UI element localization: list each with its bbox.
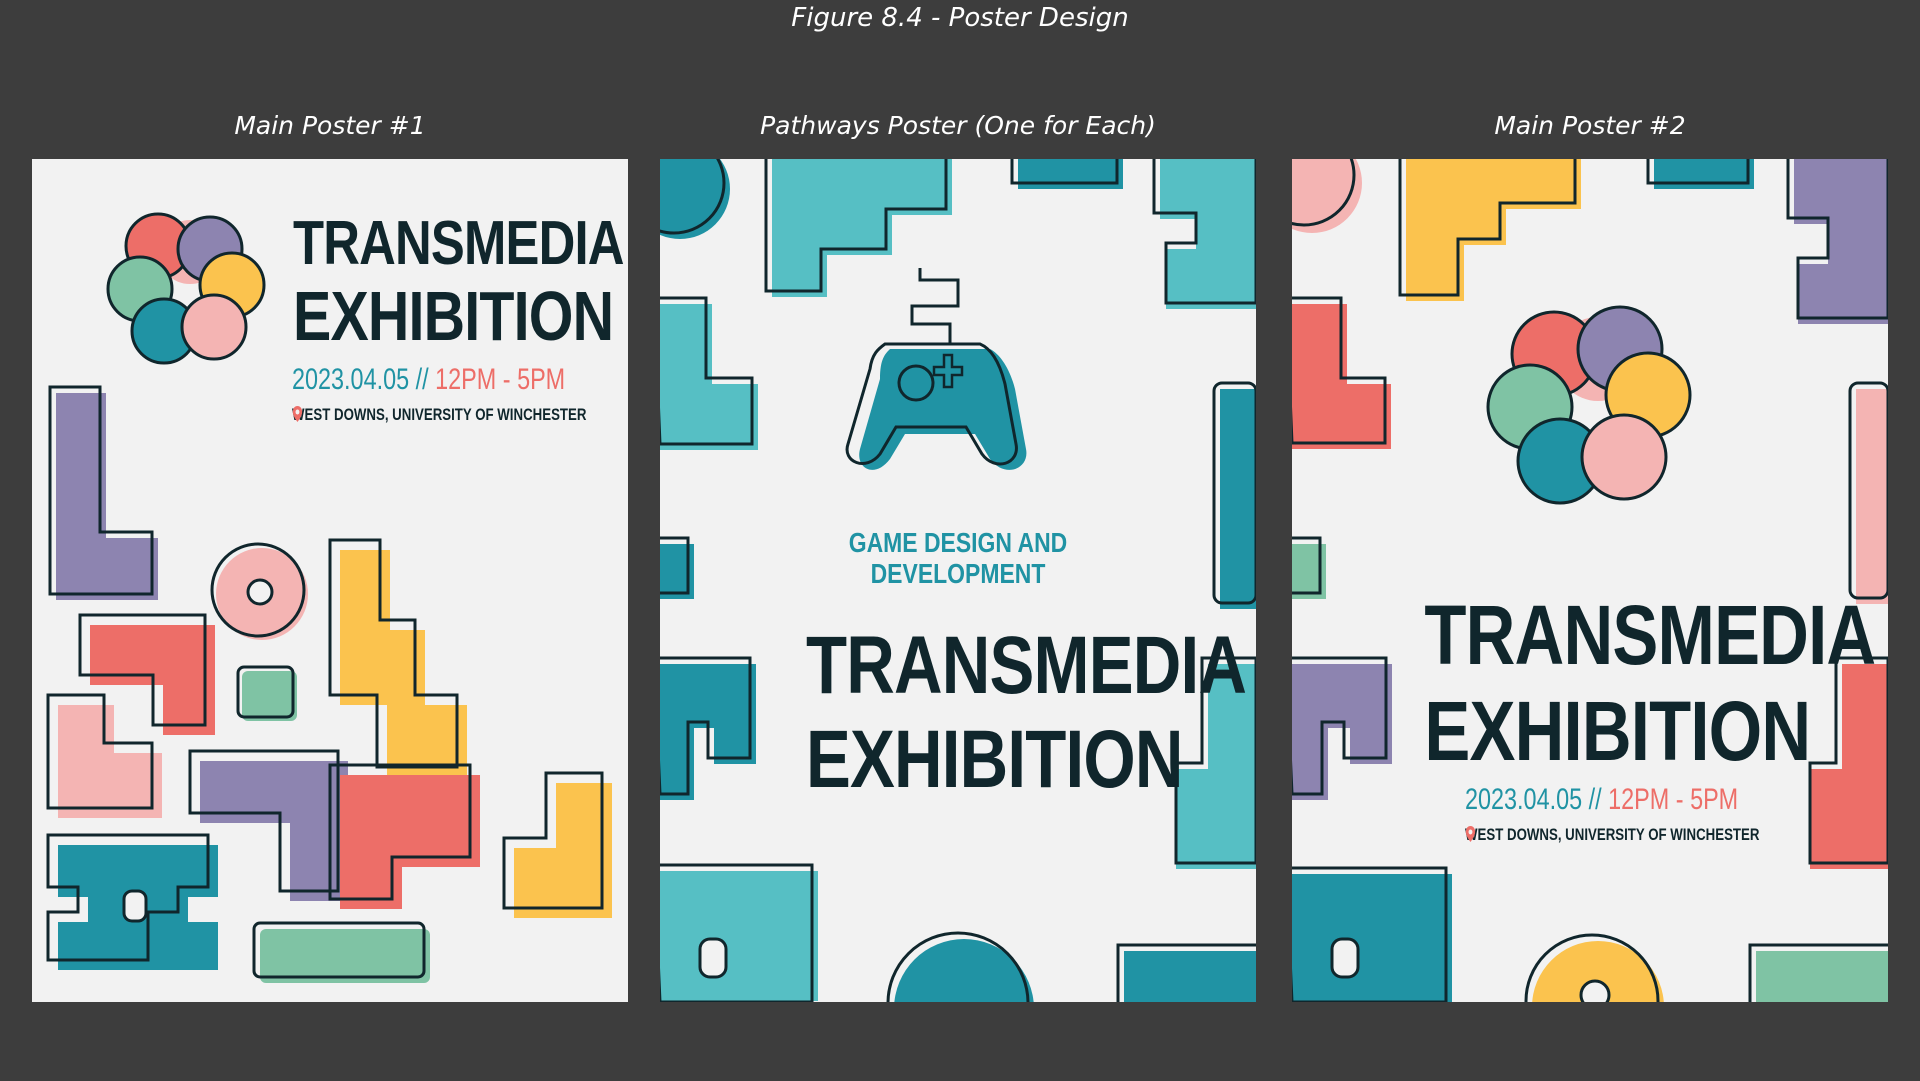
main-poster-1: TRANSMEDIA EXHIBITION 2023.04.05 // 12PM… (32, 159, 628, 1002)
poster3-date-line: 2023.04.05 // 12PM - 5PM (1465, 783, 1738, 817)
location-pin-icon (1465, 826, 1476, 842)
poster3-title-line1: TRANSMEDIA (1424, 588, 1876, 682)
poster1-date: 2023.04.05 (292, 363, 410, 396)
main-poster-2: TRANSMEDIA EXHIBITION 2023.04.05 // 12PM… (1292, 159, 1888, 1002)
flower-logo-icon (106, 212, 266, 365)
poster3-separator: // (1588, 783, 1602, 816)
pathway-title: GAME DESIGN AND DEVELOPMENT (714, 527, 1203, 589)
pathway-line1: GAME DESIGN AND (848, 527, 1068, 558)
poster1-venue-line: WEST DOWNS, UNIVERSITY OF WINCHESTER (292, 405, 586, 425)
pathways-poster: GAME DESIGN AND DEVELOPMENT TRANSMEDIA E… (660, 159, 1256, 1002)
poster1-separator: // (415, 363, 429, 396)
poster3-venue: WEST DOWNS, UNIVERSITY OF WINCHESTER (1465, 825, 1760, 844)
game-controller-icon (845, 268, 1027, 470)
poster1-label: Main Poster #1 (234, 111, 426, 140)
pathway-line2: DEVELOPMENT (870, 558, 1046, 589)
poster1-venue: WEST DOWNS, UNIVERSITY OF WINCHESTER (292, 405, 587, 424)
poster3-shapes (1292, 159, 1888, 1002)
poster2-title-line2: EXHIBITION (806, 714, 1183, 805)
poster1-date-line: 2023.04.05 // 12PM - 5PM (292, 363, 565, 397)
poster3-time: 12PM - 5PM (1608, 783, 1739, 816)
poster1-title-line2: EXHIBITION (292, 277, 614, 355)
poster3-label: Main Poster #2 (1494, 111, 1686, 140)
location-pin-icon (292, 406, 303, 422)
poster2-label: Pathways Poster (One for Each) (760, 111, 1156, 140)
poster1-time: 12PM - 5PM (435, 363, 566, 396)
poster3-venue-line: WEST DOWNS, UNIVERSITY OF WINCHESTER (1465, 825, 1759, 845)
poster3-date: 2023.04.05 (1465, 783, 1583, 816)
poster3-title-line2: EXHIBITION (1424, 684, 1811, 778)
poster2-title-line1: TRANSMEDIA (806, 620, 1247, 711)
poster1-title-line1: TRANSMEDIA (292, 209, 625, 278)
figure-title: Figure 8.4 - Poster Design (791, 3, 1129, 33)
flower-logo-icon (1486, 305, 1692, 505)
